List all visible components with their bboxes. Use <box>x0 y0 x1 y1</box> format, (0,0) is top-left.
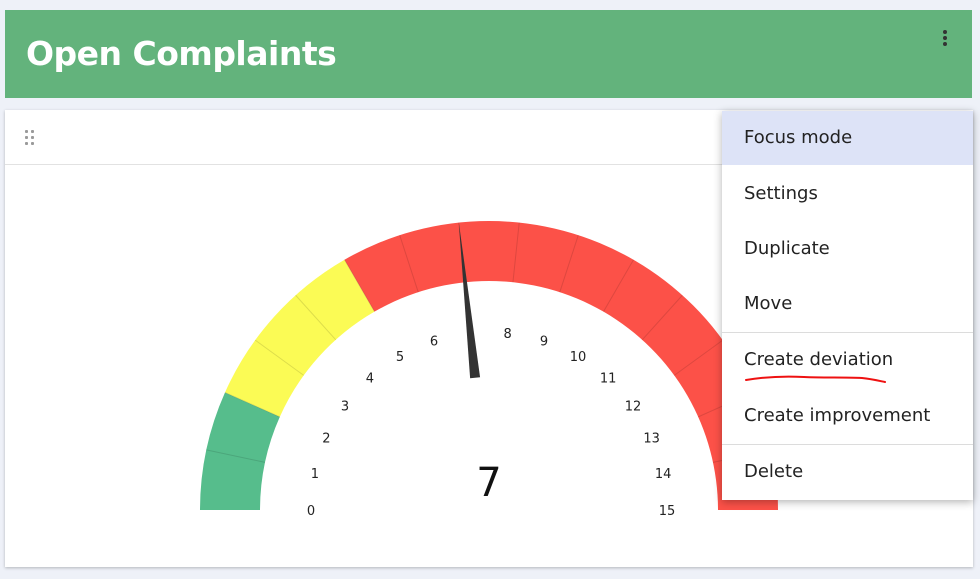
gauge-tick-label: 4 <box>366 372 374 387</box>
gauge-tick-label: 13 <box>643 432 660 447</box>
gauge-tick-label: 10 <box>570 350 587 365</box>
gauge-tick-label: 12 <box>625 399 642 414</box>
gauge-tick-label: 0 <box>307 504 315 519</box>
menu-item-settings[interactable]: Settings <box>722 167 973 221</box>
gauge-tick-label: 9 <box>540 335 548 350</box>
gauge-band <box>224 259 375 417</box>
gauge-tick-label: 3 <box>341 399 349 414</box>
menu-item-duplicate[interactable]: Duplicate <box>722 222 973 276</box>
menu-item-create-improvement[interactable]: Create improvement <box>722 389 973 443</box>
gauge-tick-label: 8 <box>503 327 511 342</box>
gauge-tick-label: 5 <box>396 350 404 365</box>
gauge-tick-label: 1 <box>311 467 319 482</box>
gauge-value: 7 <box>476 460 501 506</box>
menu-item-move[interactable]: Move <box>722 277 973 331</box>
gauge-tick-label: 14 <box>655 467 672 482</box>
menu-item-delete[interactable]: Delete <box>722 445 973 499</box>
gauge-tick-label: 15 <box>659 504 676 519</box>
context-menu: Focus mode Settings Duplicate Move Creat… <box>722 111 973 500</box>
red-underline-annotation <box>745 375 886 383</box>
gauge-tick-label: 6 <box>430 335 438 350</box>
gauge-tick-label: 2 <box>322 432 330 447</box>
gauge-tick-label: 11 <box>600 372 617 387</box>
menu-item-focus-mode[interactable]: Focus mode <box>722 111 973 165</box>
